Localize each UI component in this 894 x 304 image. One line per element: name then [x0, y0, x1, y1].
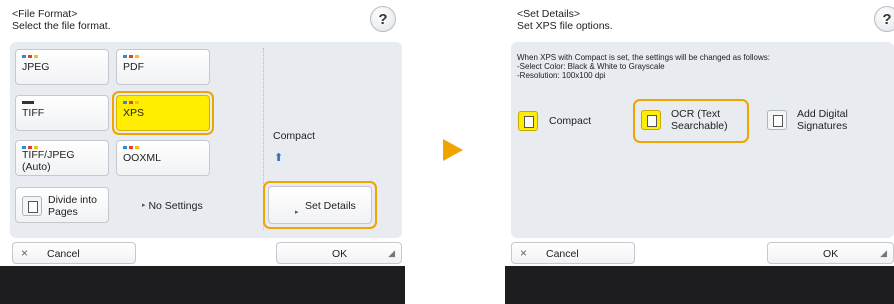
- next-step-arrow-icon: [443, 139, 463, 161]
- screen-title: <File Format>: [12, 8, 78, 20]
- color-format-icon: [123, 55, 141, 58]
- file-format-screen: <File Format> Select the file format. ? …: [0, 0, 405, 304]
- divide-into-pages-label: Divide into Pages: [48, 194, 97, 218]
- ok-label: OK: [823, 248, 839, 260]
- help-button[interactable]: ?: [370, 6, 396, 32]
- help-button[interactable]: ?: [874, 6, 894, 32]
- compact-status-icon: ⬆: [274, 152, 284, 164]
- format-tiff-jpeg-label: TIFF/JPEG (Auto): [22, 149, 75, 173]
- format-tiff-jpeg-auto-button[interactable]: TIFF/JPEG (Auto): [15, 140, 109, 176]
- format-ooxml-button[interactable]: OOXML: [116, 140, 210, 176]
- cancel-button[interactable]: × Cancel: [511, 242, 635, 264]
- compact-checkbox-icon[interactable]: [518, 111, 538, 131]
- divide-line2: Pages: [48, 206, 78, 218]
- screen-instruction: Select the file format.: [12, 20, 111, 32]
- divide-setting-value: ▸ No Settings: [142, 200, 203, 212]
- bw-format-icon: [22, 101, 34, 104]
- divide-line1: Divide into: [48, 194, 98, 206]
- screen-title: <Set Details>: [517, 8, 581, 20]
- info-line2: -Select Color: Black & White to Grayscal…: [517, 62, 665, 71]
- format-tiff-label: TIFF: [22, 107, 45, 119]
- cancel-label: Cancel: [546, 248, 579, 260]
- add-sig-line2: Signatures: [797, 120, 848, 132]
- compact-label: Compact: [273, 130, 316, 142]
- format-pdf-button[interactable]: PDF: [116, 49, 210, 85]
- color-format-icon: [123, 146, 141, 149]
- ocr-label: OCR (Text Searchable): [671, 108, 728, 132]
- format-tiff-button[interactable]: TIFF: [15, 95, 109, 131]
- ocr-line1: OCR (Text: [671, 108, 721, 120]
- add-sig-line1: Add Digital: [797, 108, 848, 120]
- divide-value-text: No Settings: [148, 200, 203, 212]
- screen-instruction: Set XPS file options.: [517, 20, 613, 32]
- status-bar: [505, 266, 894, 304]
- set-details-highlight-frame: [263, 181, 377, 229]
- set-details-screen: <Set Details> Set XPS file options. ? Wh…: [505, 0, 894, 304]
- ok-button[interactable]: OK ◢: [767, 242, 894, 264]
- color-format-icon: [22, 55, 40, 58]
- cancel-button[interactable]: × Cancel: [12, 242, 136, 264]
- info-line1: When XPS with Compact is set, the settin…: [517, 53, 771, 62]
- set-details-header: <Set Details> Set XPS file options.: [517, 8, 613, 32]
- ok-button[interactable]: OK ◢: [276, 242, 402, 264]
- signature-checkbox-icon[interactable]: [767, 110, 787, 130]
- status-bar: [0, 266, 405, 304]
- divide-pages-icon: [22, 196, 42, 216]
- xps-highlight-frame: [112, 91, 214, 135]
- ocr-line2: Searchable): [671, 120, 728, 132]
- corner-arrow-icon: ◢: [880, 248, 887, 258]
- cancel-label: Cancel: [47, 248, 80, 260]
- format-jpeg-button[interactable]: JPEG: [15, 49, 109, 85]
- format-tiff-jpeg-line1: TIFF/JPEG: [22, 149, 75, 161]
- file-format-header: <File Format> Select the file format.: [12, 8, 111, 32]
- divide-into-pages-button[interactable]: Divide into Pages: [15, 187, 109, 223]
- ok-label: OK: [332, 248, 348, 260]
- bullet-icon: ▸: [142, 202, 146, 210]
- corner-arrow-icon: ◢: [388, 248, 395, 258]
- compact-label: Compact: [549, 115, 592, 127]
- close-icon: ×: [520, 246, 528, 260]
- info-line3: -Resolution: 100x100 dpi: [517, 71, 606, 80]
- add-digital-signatures-label: Add Digital Signatures: [797, 108, 848, 132]
- format-ooxml-label: OOXML: [123, 152, 161, 164]
- format-tiff-jpeg-line2: (Auto): [22, 161, 51, 173]
- close-icon: ×: [21, 246, 29, 260]
- compact-info-text: When XPS with Compact is set, the settin…: [517, 53, 770, 80]
- format-jpeg-label: JPEG: [22, 61, 50, 73]
- format-pdf-label: PDF: [123, 61, 144, 73]
- ocr-checkbox-icon[interactable]: [641, 110, 661, 130]
